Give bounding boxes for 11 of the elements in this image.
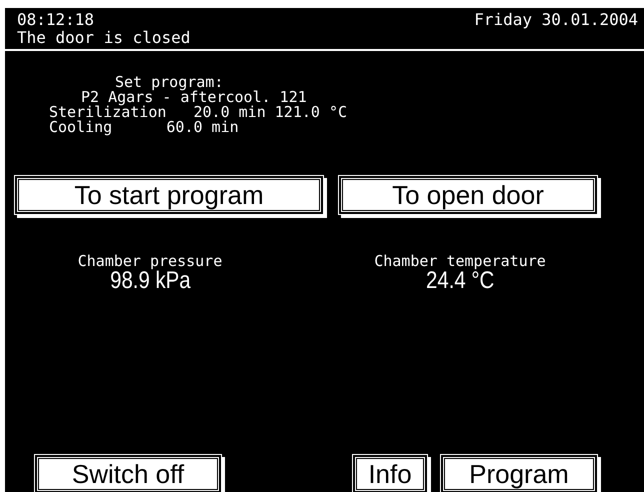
reading-label: Chamber temperature [374, 253, 546, 269]
program-heading: Set program: [114, 75, 224, 90]
program-parameter: Cooling 60.0 min [49, 120, 240, 135]
reading-label: Chamber pressure [78, 253, 222, 269]
date-text: Friday 30.01.2004 [474, 11, 638, 29]
program-name: P2 Agars - aftercool. 121 [81, 90, 307, 105]
reading-value: 24.4 °C [426, 269, 494, 293]
program-parameter: Sterilization 20.0 min 121.0 °C [49, 105, 348, 120]
reading-value: 98.9 kPa [110, 269, 190, 293]
clock-time: 08:12:18 [17, 11, 94, 29]
door-status: The door is closed [17, 29, 192, 47]
